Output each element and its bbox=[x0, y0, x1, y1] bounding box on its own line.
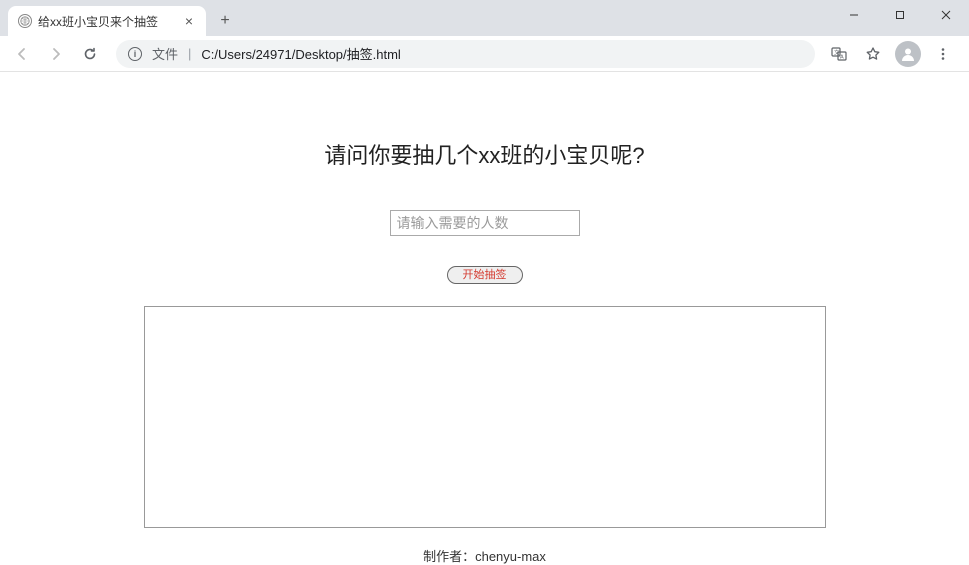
start-draw-button[interactable]: 开始抽签 bbox=[447, 266, 523, 284]
back-button[interactable] bbox=[8, 40, 36, 68]
page-heading: 请问你要抽几个xx班的小宝贝呢? bbox=[0, 138, 969, 170]
forward-button[interactable] bbox=[42, 40, 70, 68]
result-box bbox=[144, 306, 826, 528]
tab-title: 给xx班小宝贝来个抽签 bbox=[38, 13, 176, 30]
count-input[interactable] bbox=[390, 210, 580, 236]
toolbar-actions: 文A bbox=[827, 41, 961, 67]
address-label: 文件 bbox=[152, 44, 178, 63]
address-url: C:/Users/24971/Desktop/抽签.html bbox=[201, 44, 400, 63]
minimize-button[interactable] bbox=[831, 0, 877, 30]
globe-icon bbox=[18, 14, 32, 28]
address-separator: | bbox=[188, 46, 191, 61]
page-content: 请问你要抽几个xx班的小宝贝呢? 开始抽签 制作者：chenyu-max bbox=[0, 72, 969, 565]
reload-button[interactable] bbox=[76, 40, 104, 68]
star-icon[interactable] bbox=[861, 42, 885, 66]
profile-icon[interactable] bbox=[895, 41, 921, 67]
translate-icon[interactable]: 文A bbox=[827, 42, 851, 66]
browser-tab-active[interactable]: 给xx班小宝贝来个抽签 × bbox=[8, 6, 206, 36]
browser-toolbar: i 文件 | C:/Users/24971/Desktop/抽签.html 文A bbox=[0, 36, 969, 72]
menu-icon[interactable] bbox=[931, 42, 955, 66]
close-window-button[interactable] bbox=[923, 0, 969, 30]
window-controls bbox=[831, 0, 969, 30]
maximize-button[interactable] bbox=[877, 0, 923, 30]
svg-text:A: A bbox=[840, 54, 844, 60]
page-footer: 制作者：chenyu-max bbox=[0, 546, 969, 565]
address-bar[interactable]: i 文件 | C:/Users/24971/Desktop/抽签.html bbox=[116, 40, 815, 68]
new-tab-button[interactable]: + bbox=[212, 8, 238, 34]
browser-tab-strip: 给xx班小宝贝来个抽签 × + bbox=[0, 0, 969, 36]
close-tab-icon[interactable]: × bbox=[182, 14, 196, 28]
info-icon[interactable]: i bbox=[128, 47, 142, 61]
